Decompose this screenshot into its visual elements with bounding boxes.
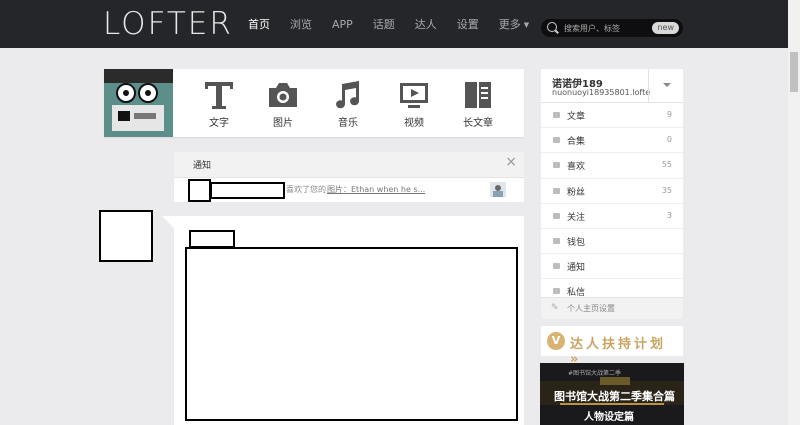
wallet-icon <box>553 237 560 244</box>
publish-bar: 文字 图片 音乐 视频 长文章 <box>104 69 524 137</box>
sidebar-item-label: 粉丝 <box>567 187 586 198</box>
sidebar-item-count: 55 <box>661 160 672 170</box>
sidebar-item-label: 关注 <box>567 212 586 223</box>
wrench-icon: ✎ <box>551 303 559 313</box>
notification-post-link[interactable]: 图片：Ethan when he s... <box>327 184 425 195</box>
heart-icon <box>553 162 560 169</box>
nav-experts[interactable]: 达人 <box>415 16 437 32</box>
publish-video-label: 视频 <box>404 118 424 129</box>
publish-text-label: 文字 <box>209 118 229 129</box>
avatar-artwork <box>104 69 173 137</box>
v-badge-icon: V <box>547 332 565 350</box>
music-icon <box>336 81 360 109</box>
user-avatar[interactable] <box>104 69 173 137</box>
search-icon <box>547 22 557 32</box>
publish-long-article-label: 长文章 <box>463 118 493 129</box>
sidebar-item-label: 钱包 <box>567 237 586 248</box>
homepage-settings-label: 个人主页设置 <box>567 304 615 313</box>
fans-icon <box>553 187 560 194</box>
lofter-logo[interactable]: LOFTER <box>103 6 233 42</box>
post-title[interactable] <box>189 230 235 248</box>
chevron-down-icon: ▼ <box>523 21 530 29</box>
post-image[interactable] <box>185 247 518 421</box>
publish-photo-button[interactable]: 图片 <box>253 69 313 137</box>
sidebar-item-fans[interactable]: 粉丝 35 <box>541 179 683 204</box>
camera-icon <box>269 83 297 107</box>
search-input[interactable] <box>562 20 650 37</box>
mail-icon <box>553 288 560 295</box>
following-icon <box>553 212 560 219</box>
sidebar-item-label: 通知 <box>567 263 586 274</box>
nav-more-label: 更多 <box>498 18 521 31</box>
sidebar-item-count: 3 <box>666 210 672 220</box>
expert-support-text: 达人扶持计划 » <box>570 337 667 367</box>
nav-home[interactable]: 首页 <box>248 16 270 32</box>
sidebar-item-count: 9 <box>666 110 672 119</box>
search-box[interactable]: new <box>541 19 683 37</box>
notification-thumbnail[interactable] <box>490 182 506 197</box>
post-pointer <box>162 216 174 228</box>
banner-subtitle: 人物设定篇 <box>584 412 634 423</box>
text-icon <box>205 82 233 109</box>
main-nav: 首页 浏览 APP 话题 达人 设置 更多 ▼ <box>248 0 549 48</box>
publish-photo-label: 图片 <box>273 118 293 129</box>
new-badge: new <box>652 22 679 34</box>
sidebar-item-posts[interactable]: 文章 9 <box>541 103 683 129</box>
publish-music-label: 音乐 <box>338 118 358 129</box>
expert-support-banner[interactable]: V 达人扶持计划 » <box>541 326 683 367</box>
nav-settings[interactable]: 设置 <box>457 16 479 32</box>
sidebar-item-label: 合集 <box>567 137 586 148</box>
sidebar-item-count: 35 <box>661 185 672 195</box>
sidebar-item-label: 文章 <box>567 112 586 122</box>
nav-topics[interactable]: 话题 <box>373 16 395 32</box>
video-icon <box>400 83 428 108</box>
notification-text: 喜欢了您的 <box>286 185 326 194</box>
long-article-icon <box>465 82 491 108</box>
sidebar: 诺诺伊189 nuonuoyi18935801.lofte 文章 9 合集 0 喜欢… <box>541 69 683 304</box>
publish-text-button[interactable]: 文字 <box>189 69 249 137</box>
user-info: 诺诺伊189 nuonuoyi18935801.lofte <box>541 69 683 103</box>
user-menu-dropdown[interactable] <box>648 69 683 102</box>
nav-app[interactable]: APP <box>332 18 353 31</box>
sidebar-item-count: 0 <box>666 135 672 145</box>
banner-title: 图书馆大战第二季集合篇 <box>554 390 675 403</box>
user-id: nuonuoyi18935801.lofte <box>552 88 651 97</box>
notification-panel: 通知 × 喜欢了您的 图片：Ethan when he s... <box>174 152 524 202</box>
sidebar-item-notifications[interactable]: 通知 <box>541 254 683 280</box>
speaker-icon <box>553 263 560 270</box>
publish-video-button[interactable]: 视频 <box>384 69 444 137</box>
nav-more[interactable]: 更多 ▼ <box>499 16 529 32</box>
nav-browse[interactable]: 浏览 <box>290 16 312 32</box>
sidebar-item-collections[interactable]: 合集 0 <box>541 128 683 154</box>
close-icon[interactable]: × <box>505 154 517 170</box>
notification-user-avatar[interactable] <box>188 179 211 202</box>
publish-long-article-button[interactable]: 长文章 <box>448 69 508 137</box>
sidebar-item-label: 喜欢 <box>567 162 586 173</box>
banner-hashtag: #图书馆大战第二季 <box>568 370 622 377</box>
publish-music-button[interactable]: 音乐 <box>318 69 378 137</box>
sidebar-item-wallet[interactable]: 钱包 <box>541 229 683 255</box>
library-war-banner[interactable]: #图书馆大战第二季 图书馆大战第二季集合篇 人物设定篇 <box>540 363 684 425</box>
scrollbar[interactable] <box>788 0 800 425</box>
collection-icon <box>553 137 560 144</box>
notification-user-name[interactable] <box>210 182 285 199</box>
scrollbar-thumb[interactable] <box>790 52 798 92</box>
sidebar-item-likes[interactable]: 喜欢 55 <box>541 153 683 179</box>
notification-title: 通知 <box>193 161 212 171</box>
homepage-settings-link[interactable]: ✎ 个人主页设置 <box>541 297 683 319</box>
sidebar-item-following[interactable]: 关注 3 <box>541 204 683 229</box>
post-card <box>174 216 524 425</box>
post-author-avatar[interactable] <box>99 210 153 262</box>
notification-header: 通知 × <box>174 152 524 178</box>
posts-icon <box>553 112 560 118</box>
top-bar: LOFTER 首页 浏览 APP 话题 达人 设置 更多▼ new <box>0 0 800 48</box>
